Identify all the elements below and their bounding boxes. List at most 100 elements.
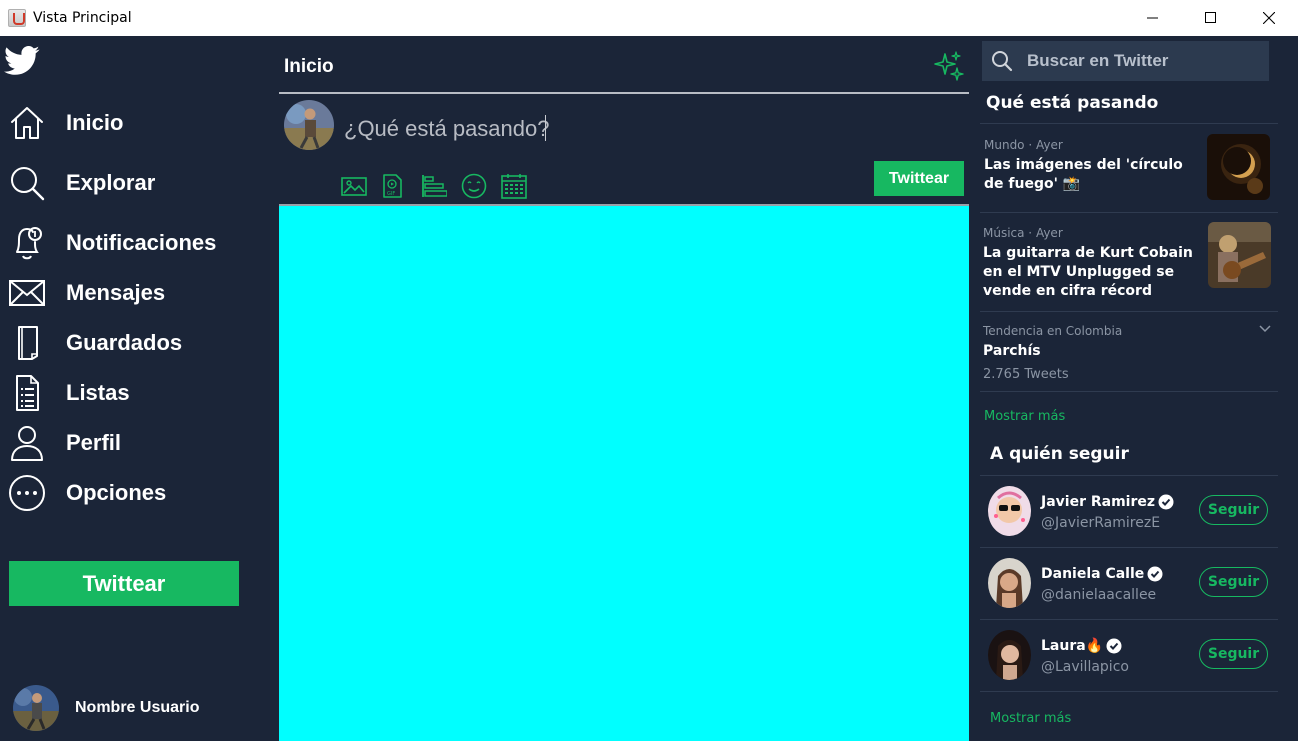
divider (980, 475, 1278, 476)
follow-name-row: Daniela Calle (1041, 566, 1163, 582)
divider (980, 619, 1278, 620)
divider (980, 391, 1278, 392)
follow-avatar (988, 486, 1031, 536)
follow-handle: @JavierRamirezE (1041, 515, 1161, 531)
svg-text:GIF: GIF (387, 191, 395, 197)
divider (980, 212, 1278, 213)
sidebar-item-listas[interactable]: Listas (8, 373, 130, 413)
follow-button[interactable]: Seguir (1199, 567, 1268, 597)
trend-headline: Parchís (983, 343, 1041, 359)
sidebar-item-explorar[interactable]: Explorar (8, 163, 155, 203)
sidebar-item-perfil[interactable]: Perfil (8, 423, 121, 463)
composer-avatar (284, 100, 334, 150)
sidebar-item-label: Mensajes (66, 280, 166, 305)
sidebar-item-label: Notificaciones (66, 230, 217, 255)
maximize-button[interactable] (1182, 0, 1240, 36)
search-input[interactable] (1027, 51, 1247, 71)
follow-button[interactable]: Seguir (1199, 639, 1268, 669)
trend-headline: Las imágenes del 'círculo de fuego' 📸 (984, 157, 1183, 192)
follow-name-row: Javier Ramirez (1041, 494, 1174, 510)
trends-title: Qué está pasando (986, 93, 1159, 113)
sparkle-icon[interactable] (933, 50, 965, 82)
text-cursor (545, 115, 546, 141)
bookmark-icon (8, 324, 46, 362)
composer-toolbar: GIF (341, 172, 541, 200)
user-name: Nombre Usuario (75, 699, 200, 716)
home-icon (8, 104, 46, 142)
envelope-icon (8, 274, 46, 312)
user-icon (8, 424, 46, 462)
left-sidebar: Inicio Explorar Notificaciones Mensajes (0, 36, 278, 741)
list-icon (8, 374, 46, 412)
emoji-icon[interactable] (461, 172, 501, 200)
user-avatar (13, 685, 59, 731)
follow-avatar (988, 558, 1031, 608)
follow-show-more-link[interactable]: Mostrar más (990, 711, 1071, 726)
sidebar-item-opciones[interactable]: Opciones (8, 473, 166, 513)
java-app-icon (8, 9, 26, 27)
tweet-button-sidebar[interactable]: Twittear (9, 561, 239, 606)
sidebar-item-label: Listas (66, 380, 130, 405)
follow-name: Javier Ramirez (1041, 494, 1156, 510)
user-profile-row[interactable]: Nombre Usuario (13, 685, 199, 731)
follow-name: Laura🔥 (1041, 638, 1104, 654)
chevron-down-icon[interactable] (1259, 325, 1271, 333)
sidebar-item-label: Explorar (66, 170, 156, 195)
window-titlebar: Vista Principal (0, 0, 1298, 36)
divider (980, 311, 1278, 312)
follow-button[interactable]: Seguir (1199, 495, 1268, 525)
sidebar-item-label: Inicio (66, 110, 124, 135)
verified-badge-icon (1147, 566, 1163, 582)
trends-show-more-link[interactable]: Mostrar más (984, 409, 1065, 424)
composer-input[interactable]: ¿Qué está pasando? (344, 116, 549, 142)
follow-title: A quién seguir (990, 444, 1129, 464)
poll-icon[interactable] (421, 172, 461, 200)
schedule-icon[interactable] (501, 172, 541, 200)
divider (980, 123, 1278, 124)
gif-icon[interactable]: GIF (381, 172, 421, 200)
minimize-icon (1147, 17, 1158, 19)
close-icon (1263, 12, 1275, 24)
verified-badge-icon (1106, 638, 1122, 654)
page-title: Inicio (284, 56, 334, 77)
trend-image-eclipse (1207, 134, 1270, 200)
verified-badge-icon (1158, 494, 1174, 510)
follow-handle: @Lavillapico (1041, 659, 1129, 675)
trend-item[interactable]: Tendencia en Colombia Parchís 2.765 Twee… (983, 324, 1283, 382)
twitter-logo-icon[interactable] (4, 46, 40, 76)
sidebar-item-mensajes[interactable]: Mensajes (8, 273, 165, 313)
sidebar-item-label: Opciones (66, 480, 167, 505)
app-main: Inicio Explorar Notificaciones Mensajes (0, 36, 1298, 741)
follow-handle: @danielaacallee (1041, 587, 1157, 603)
trend-meta: Tendencia en Colombia (983, 324, 1123, 338)
follow-name: Daniela Calle (1041, 566, 1145, 582)
trend-image-guitar (1208, 222, 1271, 288)
search-icon (8, 164, 46, 202)
sidebar-item-inicio[interactable]: Inicio (8, 103, 123, 143)
window-controls (1124, 0, 1298, 36)
trend-count: 2.765 Tweets (983, 367, 1069, 382)
divider (980, 691, 1278, 692)
follow-name-row: Laura🔥 (1041, 638, 1122, 654)
more-icon (8, 474, 46, 512)
image-icon[interactable] (341, 172, 381, 200)
minimize-button[interactable] (1124, 0, 1182, 36)
follow-avatar (988, 630, 1031, 680)
search-box[interactable] (982, 41, 1269, 81)
timeline-feed[interactable] (279, 204, 969, 741)
main-header: Inicio (279, 36, 969, 94)
sidebar-item-label: Perfil (66, 430, 122, 455)
close-button[interactable] (1240, 0, 1298, 36)
sidebar-item-guardados[interactable]: Guardados (8, 323, 182, 363)
window-title: Vista Principal (33, 10, 132, 26)
maximize-icon (1205, 12, 1216, 23)
tweet-button-composer[interactable]: Twittear (874, 161, 964, 196)
sidebar-item-label: Guardados (66, 330, 183, 355)
right-sidebar: Qué está pasando Mundo · Ayer Las imágen… (978, 36, 1298, 741)
search-icon (992, 51, 1013, 72)
bell-icon (8, 224, 46, 262)
sidebar-item-notificaciones[interactable]: Notificaciones (8, 223, 216, 263)
main-column: Inicio ¿Qué está pasando? GIF Twittear (279, 36, 969, 741)
divider (980, 547, 1278, 548)
trend-headline: La guitarra de Kurt Cobain en el MTV Unp… (983, 245, 1193, 299)
